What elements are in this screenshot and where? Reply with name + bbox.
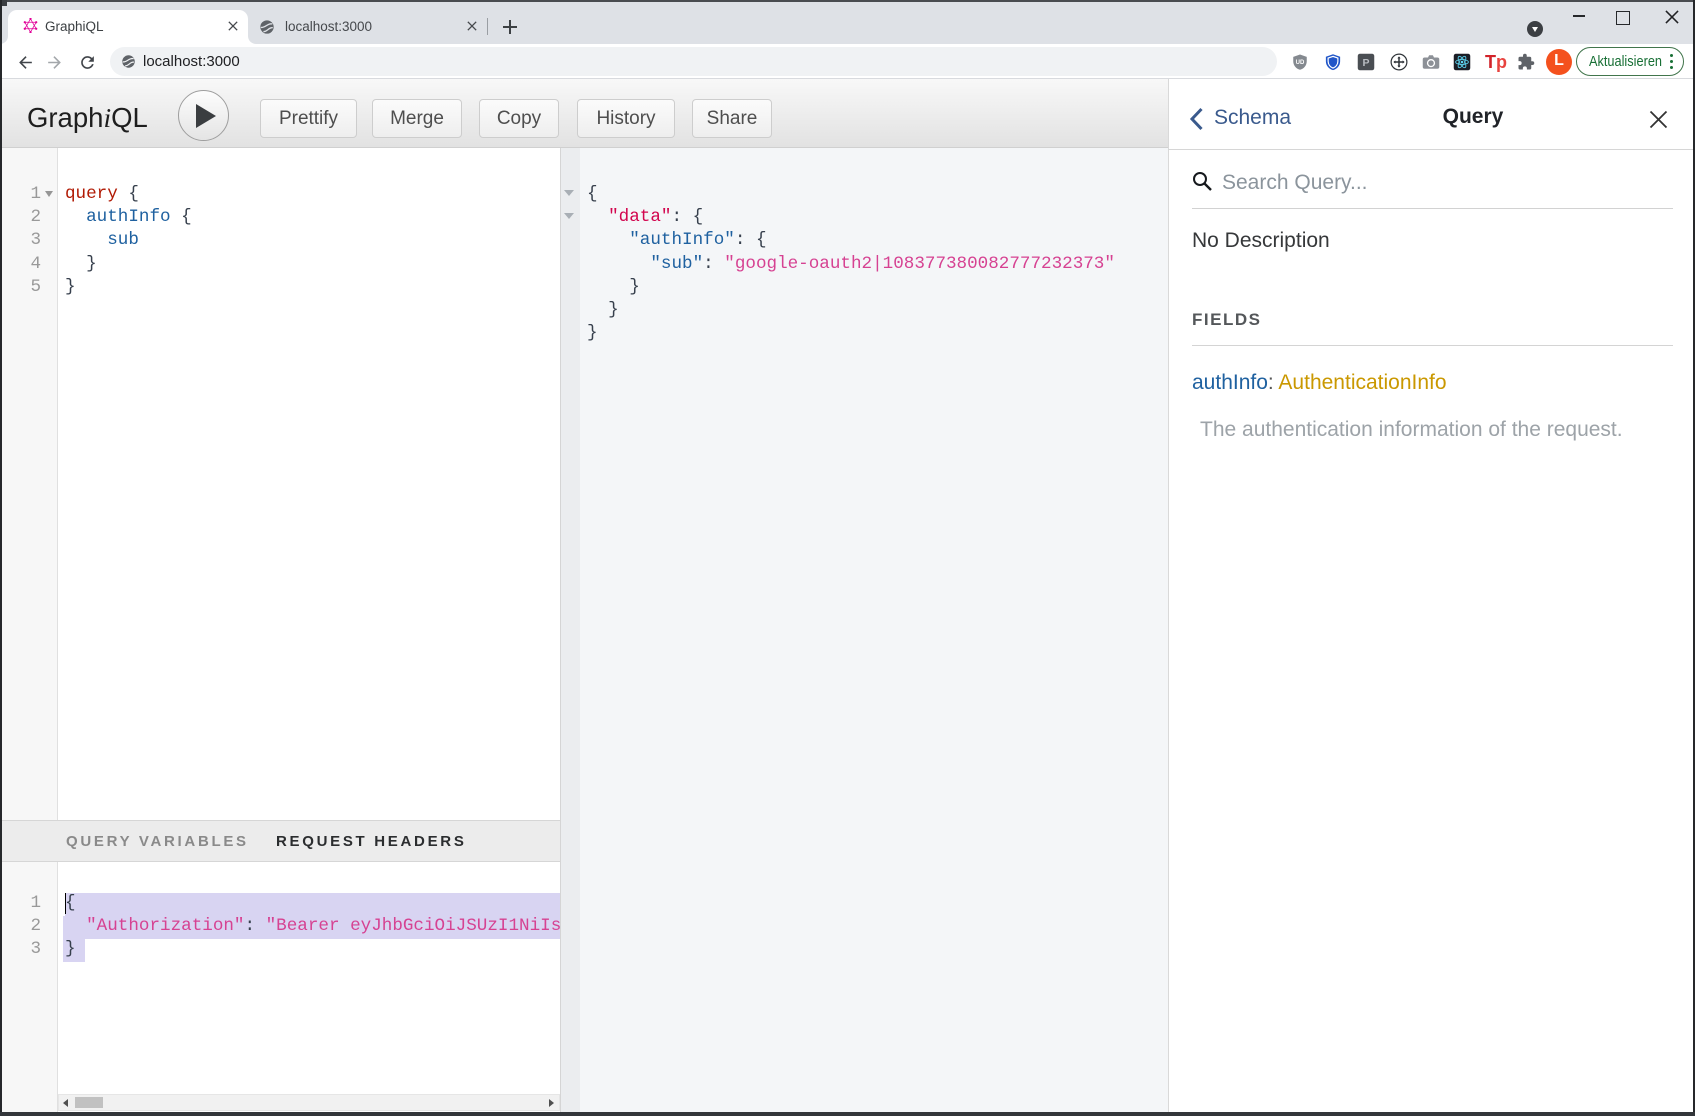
svg-text:UD: UD: [1296, 60, 1305, 66]
svg-text:P: P: [1362, 57, 1369, 69]
